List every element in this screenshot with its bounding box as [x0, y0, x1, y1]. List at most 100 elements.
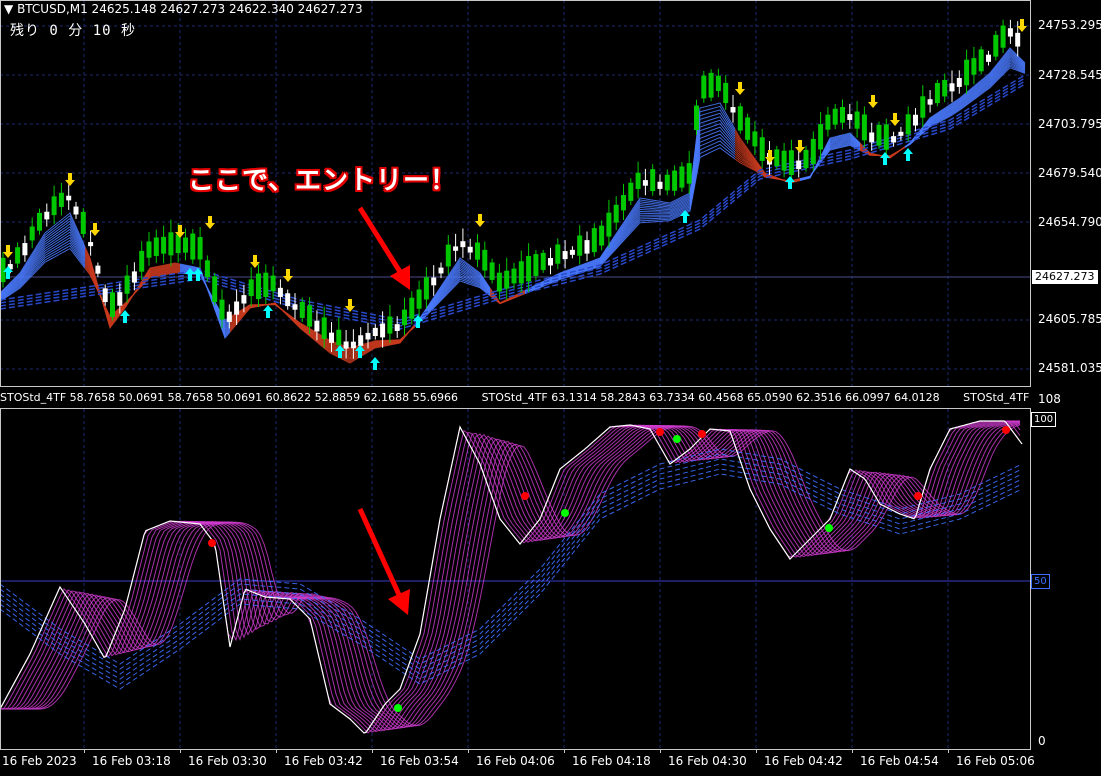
price-chart-pane[interactable]	[0, 0, 1030, 386]
candle-body	[131, 271, 137, 283]
indicator-level-50: 50	[1031, 574, 1050, 589]
candle-body	[146, 241, 152, 258]
stochastic-canvas[interactable]	[0, 409, 1030, 749]
candle-body	[635, 172, 641, 189]
candle-body	[898, 131, 904, 136]
candle-body	[88, 242, 94, 247]
candle-body	[58, 192, 64, 207]
sell-arrow-icon	[1017, 19, 1027, 32]
candle-body	[986, 54, 991, 62]
stochastic-pane[interactable]	[0, 409, 1030, 749]
signal-dot-red-icon	[1002, 426, 1010, 434]
candle-body	[1000, 25, 1006, 48]
candle-body	[569, 249, 575, 255]
candle-body	[533, 254, 539, 276]
time-axis-label: 16 Feb 03:42	[284, 754, 363, 768]
candle-body	[584, 240, 590, 254]
candle-body	[796, 160, 802, 170]
candle-body	[679, 166, 685, 188]
sell-arrow-icon	[65, 173, 75, 186]
candle-body	[883, 124, 889, 150]
candle-body	[803, 149, 809, 169]
candle-body	[489, 262, 495, 280]
sell-arrow-icon	[475, 214, 485, 227]
time-tick	[756, 749, 757, 753]
candle-body	[460, 241, 466, 248]
candle-body	[336, 329, 342, 346]
current-price-label: 24627.273	[1032, 270, 1098, 284]
candle-body	[248, 279, 254, 297]
signal-dot-red-icon	[656, 428, 664, 436]
candle-body	[686, 163, 692, 184]
candle-body	[562, 251, 568, 260]
stochastic-ribbon-line	[0, 424, 1021, 727]
candle-body	[110, 292, 115, 317]
candle-body	[737, 106, 743, 131]
time-tick	[180, 749, 181, 753]
candle-body	[431, 277, 437, 286]
candle-body	[475, 242, 480, 260]
candle-body	[15, 247, 21, 264]
bar-countdown-timer: 残り 0 分 10 秒	[10, 23, 137, 39]
candle-body	[343, 341, 349, 349]
candle-body	[37, 212, 42, 231]
candle-body	[628, 182, 634, 201]
annotation-arrow-icon	[357, 507, 410, 615]
candle-body	[212, 276, 218, 302]
time-tick	[276, 749, 277, 753]
candle-body	[723, 82, 729, 104]
candle-body	[891, 136, 897, 143]
candle-body	[307, 305, 313, 327]
price-chart-canvas[interactable]	[0, 0, 1030, 386]
buy-arrow-icon	[880, 152, 890, 165]
collapse-triangle-icon[interactable]: ▼	[4, 2, 13, 16]
candle-body	[1007, 28, 1013, 37]
time-axis[interactable]: 16 Feb 2023 16 Feb 03:18 16 Feb 03:30 16…	[0, 749, 1101, 776]
candle-body	[913, 114, 918, 126]
candle-body	[329, 332, 334, 343]
candle-body	[788, 150, 794, 176]
time-axis-label: 16 Feb 04:42	[764, 754, 843, 768]
candle-body	[905, 114, 911, 135]
symbol-header: ▼ BTCUSD,M1 24625.148 24627.273 24622.34…	[4, 2, 363, 16]
candle-body	[102, 288, 108, 303]
price-axis[interactable]: 24753.295 24728.545 24703.795 24679.540 …	[1030, 0, 1101, 386]
time-axis-label: 16 Feb 03:30	[188, 754, 267, 768]
ma-ribbon-line	[799, 143, 861, 180]
candle-body	[708, 72, 714, 98]
sell-arrow-icon	[765, 150, 775, 163]
candle-body	[621, 195, 626, 211]
sell-arrow-icon	[890, 113, 900, 126]
candle-body	[22, 243, 28, 256]
price-axis-label: 24728.545	[1038, 68, 1101, 82]
candle-body	[555, 244, 561, 264]
candle-body	[234, 301, 240, 315]
candle-body	[226, 311, 232, 322]
time-axis-label: 16 Feb 04:18	[572, 754, 651, 768]
indicator-axis[interactable]: 108 100 50 0	[1030, 392, 1101, 749]
candle-body	[496, 272, 502, 292]
candle-body	[314, 320, 320, 332]
candle-body	[168, 232, 174, 256]
price-axis-label: 24679.540	[1038, 166, 1101, 180]
candle-body	[66, 195, 72, 201]
symbol-ohlc: BTCUSD,M1 24625.148 24627.273 24622.340 …	[17, 2, 363, 16]
candle-body	[613, 204, 619, 223]
candle-body	[978, 49, 984, 72]
sell-arrow-icon	[868, 95, 878, 108]
candle-body	[752, 131, 758, 147]
candle-body	[263, 272, 269, 297]
candle-body	[380, 323, 386, 338]
candle-body	[781, 150, 787, 171]
signal-dot-green-icon	[673, 435, 681, 443]
indicator-values: STOStd_4TF	[963, 391, 1030, 404]
annotation-arrow-icon	[357, 206, 410, 290]
candle-body	[321, 317, 327, 339]
price-axis-label: 24581.035	[1038, 361, 1101, 375]
price-axis-label: 24703.795	[1038, 117, 1101, 131]
candle-body	[365, 332, 371, 340]
candle-body	[847, 114, 853, 120]
time-axis-label: 16 Feb 03:18	[92, 754, 171, 768]
signal-dot-red-icon	[698, 430, 706, 438]
candle-body	[139, 250, 145, 272]
